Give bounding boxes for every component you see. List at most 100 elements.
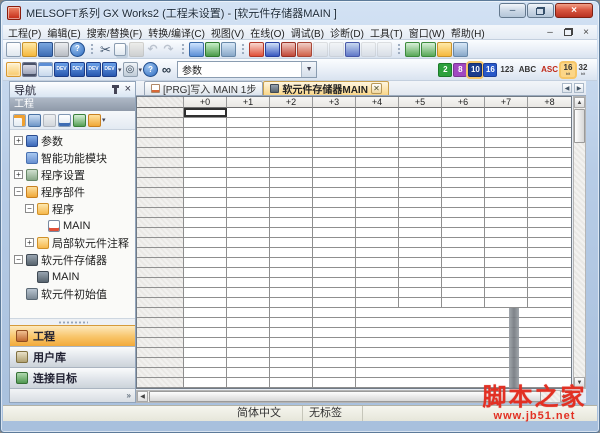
- help-circle-icon[interactable]: ?: [143, 62, 159, 77]
- column-header[interactable]: +1: [227, 97, 270, 108]
- open-project-icon[interactable]: [22, 41, 37, 57]
- grid-cell[interactable]: [399, 248, 442, 257]
- grid-cell[interactable]: [399, 198, 442, 207]
- grid-cell[interactable]: [399, 228, 442, 237]
- row-header-cell[interactable]: [137, 168, 184, 177]
- grid-cell[interactable]: [356, 178, 399, 187]
- row-header-cell[interactable]: [137, 318, 184, 327]
- grid-cell[interactable]: [356, 228, 399, 237]
- menu-item[interactable]: 调试(B): [288, 25, 327, 40]
- grid-cell[interactable]: [442, 298, 485, 307]
- row-header-cell[interactable]: [137, 128, 184, 137]
- scroll-up-icon[interactable]: ▲: [574, 97, 585, 108]
- row-header-cell[interactable]: [137, 218, 184, 227]
- grid-cell[interactable]: [270, 128, 313, 137]
- grid-cell[interactable]: [270, 218, 313, 227]
- grid-cell[interactable]: [528, 148, 571, 157]
- scroll-right-icon[interactable]: ▶: [560, 391, 571, 402]
- grid-cell[interactable]: [184, 108, 227, 117]
- grid-cell[interactable]: [399, 118, 442, 127]
- grid-cell[interactable]: [356, 168, 399, 177]
- grid-cell[interactable]: [184, 158, 227, 167]
- document-tab[interactable]: 软元件存储器MAIN ✕: [263, 81, 389, 96]
- column-header[interactable]: +7: [485, 97, 528, 108]
- tree-item[interactable]: + 局部软元件注释: [10, 234, 135, 251]
- navigation-window-toggle-icon[interactable]: [6, 62, 21, 77]
- grid-cell[interactable]: [356, 138, 399, 147]
- grid-cell[interactable]: [528, 258, 571, 267]
- tree-item[interactable]: − 软元件存储器: [10, 251, 135, 268]
- menu-item[interactable]: 搜索/替换(F): [84, 25, 146, 40]
- grid-cell[interactable]: [399, 188, 442, 197]
- grid-cell[interactable]: [485, 108, 528, 117]
- grid-cell[interactable]: [184, 118, 227, 127]
- grid-cell[interactable]: [528, 138, 571, 147]
- pin-icon[interactable]: [111, 84, 119, 94]
- grid-cell[interactable]: [528, 298, 571, 307]
- grid-cell[interactable]: [399, 238, 442, 247]
- grid-cell[interactable]: [313, 108, 356, 117]
- grid-cell[interactable]: [313, 158, 356, 167]
- grid-cell[interactable]: [184, 228, 227, 237]
- expand-toggle-icon[interactable]: +: [14, 170, 23, 179]
- grid-cell[interactable]: [485, 178, 528, 187]
- grid-cell[interactable]: [399, 258, 442, 267]
- grid-cell[interactable]: [356, 148, 399, 157]
- grid-cell[interactable]: [313, 168, 356, 177]
- row-header-cell[interactable]: [137, 348, 184, 357]
- nav-edit-icon[interactable]: [43, 113, 56, 127]
- tree-item[interactable]: + 程序设置: [10, 166, 135, 183]
- grid-cell[interactable]: [442, 178, 485, 187]
- grid-cell[interactable]: [184, 138, 227, 147]
- grid-cell[interactable]: [270, 118, 313, 127]
- grid-cell[interactable]: [528, 198, 571, 207]
- mdi-close-icon[interactable]: ×: [579, 26, 593, 38]
- grid-cell[interactable]: [399, 168, 442, 177]
- grid-cell[interactable]: [528, 238, 571, 247]
- grid-cell[interactable]: [356, 118, 399, 127]
- menu-item[interactable]: 编辑(E): [44, 25, 83, 40]
- menu-item[interactable]: 在线(O): [247, 25, 287, 40]
- mdi-restore-icon[interactable]: [561, 26, 575, 38]
- redo-icon[interactable]: ↷: [161, 42, 176, 57]
- row-header-cell[interactable]: [137, 368, 184, 377]
- grid-cell[interactable]: [442, 288, 485, 297]
- grid-cell[interactable]: [442, 228, 485, 237]
- format-binary-button[interactable]: 2: [438, 62, 453, 77]
- grid-cell[interactable]: [270, 138, 313, 147]
- grid-cell[interactable]: [528, 228, 571, 237]
- grid-cell[interactable]: [227, 118, 270, 127]
- tree-item[interactable]: 智能功能模块: [10, 149, 135, 166]
- grid-cell[interactable]: [313, 248, 356, 257]
- grid-cell[interactable]: [227, 138, 270, 147]
- vertical-scrollbar[interactable]: ▲ ▼: [573, 96, 586, 389]
- grid-cell[interactable]: [485, 218, 528, 227]
- row-header-cell[interactable]: [137, 208, 184, 217]
- grid-cell[interactable]: [270, 108, 313, 117]
- grid-cell[interactable]: [227, 208, 270, 217]
- row-header-cell[interactable]: [137, 288, 184, 297]
- grid-cell[interactable]: [442, 268, 485, 277]
- grid-cell[interactable]: [485, 228, 528, 237]
- grid-cell[interactable]: [313, 188, 356, 197]
- grid-cell[interactable]: [356, 268, 399, 277]
- row-header-cell[interactable]: [137, 298, 184, 307]
- grid-cell[interactable]: [227, 128, 270, 137]
- tree-item[interactable]: − 程序部件: [10, 183, 135, 200]
- row-header-cell[interactable]: [137, 118, 184, 127]
- grid-cell[interactable]: [399, 138, 442, 147]
- grid-cell[interactable]: [227, 108, 270, 117]
- device-memory-icon[interactable]: DEV: [70, 62, 85, 77]
- tree-item[interactable]: − 程序: [10, 200, 135, 217]
- monitor-write-icon[interactable]: [297, 41, 312, 57]
- expand-toggle-icon[interactable]: +: [25, 238, 34, 247]
- menu-item[interactable]: 转换/编译(C): [145, 25, 208, 40]
- new-project-icon[interactable]: [6, 41, 21, 57]
- grid-cell[interactable]: [184, 148, 227, 157]
- grid-cell[interactable]: [442, 158, 485, 167]
- tab-close-icon[interactable]: ✕: [370, 83, 382, 94]
- grid-cell[interactable]: [485, 168, 528, 177]
- menu-item[interactable]: 窗口(W): [406, 25, 448, 40]
- paste-icon[interactable]: [129, 41, 144, 57]
- column-header[interactable]: +8: [528, 97, 571, 108]
